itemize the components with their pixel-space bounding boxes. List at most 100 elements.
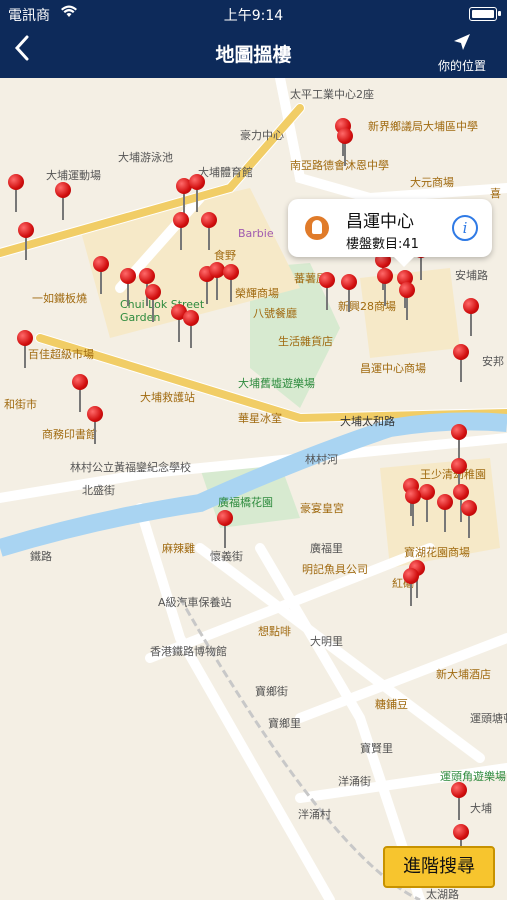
- map-label: Barbie: [238, 227, 274, 240]
- property-pin[interactable]: [93, 256, 109, 294]
- property-pin[interactable]: [217, 510, 233, 548]
- map-label: 豪力中心: [240, 129, 284, 142]
- map-label: 安邦: [482, 355, 504, 368]
- map-label: 太平工業中心2座: [290, 88, 374, 101]
- map-label: 百佳超級市場: [28, 348, 94, 361]
- status-bar: 電訊商 上午9:14: [0, 0, 507, 28]
- map-label: 喜: [490, 187, 501, 200]
- property-pin[interactable]: [451, 782, 467, 820]
- location-arrow-icon: [437, 32, 487, 57]
- property-pin[interactable]: [173, 212, 189, 250]
- map-label: 大埔舊墟遊樂場: [238, 377, 315, 390]
- map-label: 運頭角遊樂場: [440, 770, 506, 783]
- your-location-label: 你的位置: [437, 59, 486, 73]
- map-label: 大埔體育館: [198, 166, 253, 179]
- property-pin[interactable]: [453, 344, 469, 382]
- property-pin[interactable]: [223, 264, 239, 302]
- map-label: 鐵路: [30, 550, 52, 563]
- property-pin[interactable]: [399, 282, 415, 320]
- property-pin[interactable]: [337, 128, 353, 166]
- callout-count: 樓盤數目:41: [346, 237, 419, 252]
- property-pin[interactable]: [463, 298, 479, 336]
- map-label: 廣福里: [310, 542, 343, 555]
- map-label: 北盛街: [82, 484, 115, 497]
- map-label: 新興28商場: [338, 300, 396, 313]
- your-location-button[interactable]: 你的位置: [437, 32, 487, 74]
- map-label: 大埔救護站: [140, 391, 195, 404]
- map-label: 安埔路: [455, 269, 488, 282]
- battery-tip: [498, 11, 501, 16]
- map-label: 南亞路德會沐恩中學: [290, 159, 389, 172]
- property-pin[interactable]: [17, 330, 33, 368]
- navigation-bar: 地圖搵樓 你的位置: [0, 28, 507, 78]
- property-pin[interactable]: [341, 274, 357, 312]
- callout-title: 昌運中心: [346, 212, 414, 232]
- map-label: 懷義街: [210, 550, 243, 563]
- property-pin[interactable]: [319, 272, 335, 310]
- property-pin[interactable]: [183, 310, 199, 348]
- map-label: 新界鄉議局大埔區中學: [368, 120, 478, 133]
- property-pin[interactable]: [8, 174, 24, 212]
- map-label: 大埔運動場: [46, 169, 101, 182]
- advanced-search-button[interactable]: 進階搜尋: [383, 846, 495, 888]
- property-pin[interactable]: [145, 284, 161, 322]
- property-pin[interactable]: [87, 406, 103, 444]
- map-label: 寶賢里: [360, 742, 393, 755]
- property-callout[interactable]: 昌運中心 樓盤數目:41 i: [288, 199, 492, 267]
- property-pin[interactable]: [437, 494, 453, 532]
- map-label: 和街市: [4, 398, 37, 411]
- property-pin[interactable]: [199, 266, 215, 304]
- property-pin[interactable]: [189, 174, 205, 212]
- page-title: 地圖搵樓: [215, 44, 292, 66]
- status-time: 上午9:14: [223, 8, 284, 24]
- map-label: 食野: [214, 249, 236, 262]
- map-label: 泮涌村: [298, 808, 331, 821]
- map-label: 華星冰室: [238, 412, 282, 425]
- map-label: 大元商場: [410, 176, 454, 189]
- map-view[interactable]: 太平工業中心2座 新界鄉議局大埔區中學 豪力中心 南亞路德會沐恩中學 大埔游泳池…: [0, 78, 507, 900]
- map-label: 香港鐵路博物館: [150, 645, 227, 658]
- property-pin[interactable]: [405, 488, 421, 526]
- map-label: 一如鐵板燒: [32, 292, 87, 305]
- property-pin[interactable]: [419, 484, 435, 522]
- map-label: 大埔: [470, 802, 492, 815]
- property-pin[interactable]: [201, 212, 217, 250]
- map-label: 林村公立黃福鑾紀念學校: [70, 461, 191, 474]
- map-label: 明記魚具公司: [302, 563, 368, 576]
- property-pin[interactable]: [403, 568, 419, 606]
- map-label: 大埔太和路: [340, 415, 395, 428]
- map-label: 洋涌街: [338, 775, 371, 788]
- map-label: 寶湖花園商場: [404, 546, 470, 559]
- property-pin[interactable]: [72, 374, 88, 412]
- map-label: 運頭塘邨: [470, 712, 507, 725]
- map-label: 八號餐廳: [253, 307, 297, 320]
- map-label: 麻辣雞: [162, 542, 195, 555]
- property-pin[interactable]: [209, 262, 225, 300]
- property-pin[interactable]: [461, 500, 477, 538]
- map-label: 廣福橋花園: [218, 496, 273, 509]
- battery-icon: [469, 7, 497, 21]
- map-label: 榮輝商場: [235, 287, 279, 300]
- map-label: 豪宴皇宮: [300, 502, 344, 515]
- property-pin[interactable]: [377, 268, 393, 306]
- map-label: A級汽車保養站: [158, 596, 232, 609]
- map-label: 林村河: [305, 453, 338, 466]
- map-label: 生活雜貨店: [278, 335, 333, 348]
- property-pin[interactable]: [120, 268, 136, 306]
- map-label: 太湖路: [426, 888, 459, 900]
- map-label: 糖鋪豆: [375, 698, 408, 711]
- map-label: 商務印書館: [42, 428, 97, 441]
- map-label: 寶鄉街: [255, 685, 288, 698]
- property-pin[interactable]: [55, 182, 71, 220]
- map-label: 想點啡: [258, 625, 291, 638]
- map-label: 大明里: [310, 635, 343, 648]
- map-label: 大埔游泳池: [118, 151, 173, 164]
- map-label: 新大埔酒店: [436, 668, 491, 681]
- property-pin[interactable]: [413, 242, 429, 280]
- property-pin[interactable]: [171, 304, 187, 342]
- info-button[interactable]: i: [452, 215, 478, 241]
- building-avatar-icon: [305, 216, 329, 240]
- property-pin[interactable]: [18, 222, 34, 260]
- map-label: 昌運中心商場: [360, 362, 426, 375]
- map-label: 寶鄉里: [268, 717, 301, 730]
